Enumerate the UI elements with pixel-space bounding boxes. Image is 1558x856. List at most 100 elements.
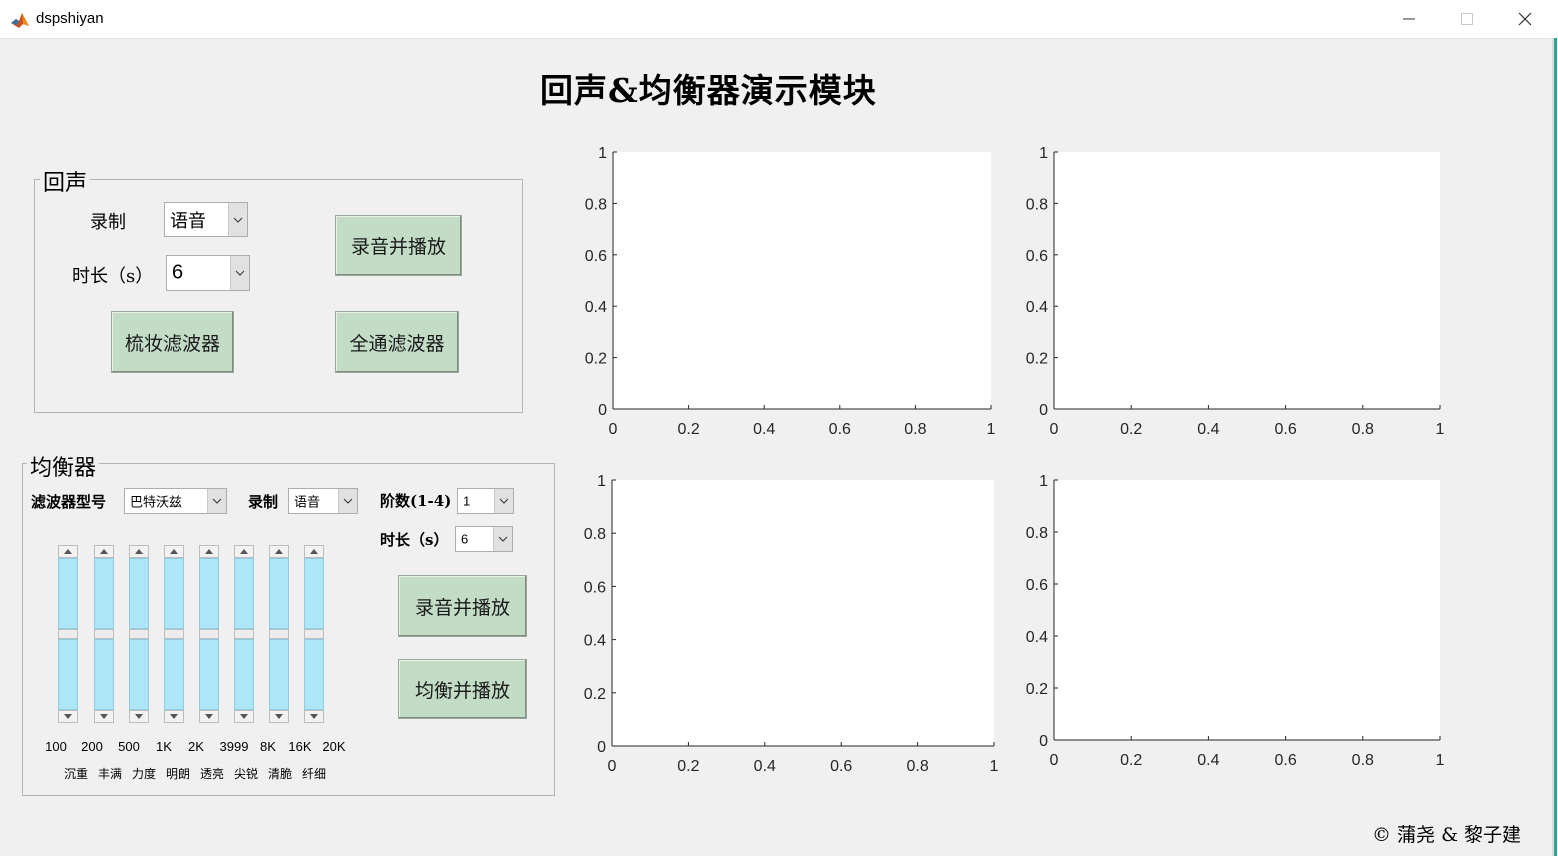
axes-top-right[interactable]: 0 0.2 0.4 0.6 0.8 1 0 0.2 0.4 0.6 0.8 1: [1014, 142, 1452, 439]
slider-thumb[interactable]: [234, 629, 254, 639]
y-tick-label: 0.4: [1026, 629, 1048, 646]
slider-track[interactable]: [199, 639, 219, 710]
close-icon: [1518, 12, 1532, 26]
maximize-button[interactable]: [1438, 0, 1496, 38]
y-tick-label: 0.4: [585, 299, 607, 316]
slider-thumb[interactable]: [304, 629, 324, 639]
x-tick-label: 0.6: [829, 421, 851, 438]
slider-track[interactable]: [94, 558, 114, 629]
band-label: 透亮: [199, 767, 224, 781]
eq-slider[interactable]: [304, 545, 324, 723]
freq-label: 20K: [322, 739, 346, 754]
axes-bottom-left[interactable]: 0 0.2 0.4 0.6 0.8 1 0 0.2 0.4 0.6 0.8 1: [572, 470, 1006, 776]
comb-filter-button[interactable]: 梳妆滤波器: [111, 311, 234, 373]
slider-track[interactable]: [304, 639, 324, 710]
order-select[interactable]: 1: [457, 488, 514, 514]
slider-track[interactable]: [129, 639, 149, 710]
slider-track[interactable]: [164, 639, 184, 710]
slider-up-arrow-icon[interactable]: [304, 545, 324, 558]
chevron-down-icon: [230, 256, 249, 290]
echo-record-label: 录制: [90, 212, 126, 233]
eq-slider[interactable]: [94, 545, 114, 723]
slider-thumb[interactable]: [94, 629, 114, 639]
slider-up-arrow-icon[interactable]: [58, 545, 78, 558]
slider-down-arrow-icon[interactable]: [234, 710, 254, 723]
eq-record-select[interactable]: 语音: [288, 488, 358, 514]
close-button[interactable]: [1496, 0, 1554, 38]
echo-panel-title: 回声: [40, 165, 91, 197]
equalizer-panel-title: 均衡器: [27, 450, 100, 482]
y-tick-label: 0.6: [1026, 248, 1048, 265]
slider-down-arrow-icon[interactable]: [129, 710, 149, 723]
slider-track[interactable]: [164, 558, 184, 629]
slider-track[interactable]: [58, 639, 78, 710]
slider-down-arrow-icon[interactable]: [94, 710, 114, 723]
slider-thumb[interactable]: [58, 629, 78, 639]
equalize-play-button[interactable]: 均衡并播放: [398, 659, 527, 719]
y-tick-label: 0.8: [584, 526, 606, 543]
slider-thumb[interactable]: [269, 629, 289, 639]
slider-down-arrow-icon[interactable]: [269, 710, 289, 723]
slider-track[interactable]: [58, 558, 78, 629]
x-tick-label: 1: [987, 421, 996, 438]
minimize-button[interactable]: [1380, 0, 1438, 38]
slider-thumb[interactable]: [199, 629, 219, 639]
filter-type-select[interactable]: 巴特沃兹: [124, 488, 227, 514]
eq-duration-label: 时长（s）: [380, 531, 449, 549]
allpass-filter-button[interactable]: 全通滤波器: [335, 311, 459, 373]
eq-slider[interactable]: [129, 545, 149, 723]
slider-thumb[interactable]: [129, 629, 149, 639]
slider-track[interactable]: [94, 639, 114, 710]
eq-slider[interactable]: [164, 545, 184, 723]
slider-track[interactable]: [304, 558, 324, 629]
matlab-icon: [10, 10, 30, 30]
order-label: 阶数(1-4): [380, 492, 452, 510]
y-tick-label: 0: [1039, 733, 1048, 750]
slider-up-arrow-icon[interactable]: [129, 545, 149, 558]
freq-label: 100: [45, 739, 67, 754]
slider-up-arrow-icon[interactable]: [269, 545, 289, 558]
y-tick-label: 0.8: [585, 196, 607, 213]
x-tick-label: 0: [609, 421, 618, 438]
slider-track[interactable]: [269, 558, 289, 629]
eq-record-play-button[interactable]: 录音并播放: [398, 575, 527, 637]
slider-down-arrow-icon[interactable]: [58, 710, 78, 723]
slider-track[interactable]: [269, 639, 289, 710]
eq-duration-value: 6: [461, 531, 469, 547]
maximize-icon: [1461, 13, 1473, 25]
slider-track[interactable]: [199, 558, 219, 629]
y-tick-label: 0.4: [584, 633, 606, 650]
slider-up-arrow-icon[interactable]: [199, 545, 219, 558]
axes-bottom-right[interactable]: 0 0.2 0.4 0.6 0.8 1 0 0.2 0.4 0.6 0.8 1: [1014, 470, 1452, 770]
eq-slider[interactable]: [269, 545, 289, 723]
slider-down-arrow-icon[interactable]: [199, 710, 219, 723]
slider-up-arrow-icon[interactable]: [164, 545, 184, 558]
chevron-down-icon: [228, 203, 247, 236]
y-tick-label: 0: [597, 739, 606, 756]
slider-thumb[interactable]: [164, 629, 184, 639]
axes-top-left[interactable]: 0 0.2 0.4 0.6 0.8 1 0 0.2 0.4 0.6 0.8 1: [573, 142, 1003, 439]
echo-record-play-button[interactable]: 录音并播放: [335, 215, 462, 276]
eq-slider[interactable]: [234, 545, 254, 723]
echo-record-select[interactable]: 语音: [164, 202, 248, 237]
echo-duration-select[interactable]: 6: [166, 255, 250, 291]
echo-duration-value: 6: [172, 261, 184, 284]
freq-label: 500: [118, 739, 140, 754]
slider-up-arrow-icon[interactable]: [94, 545, 114, 558]
band-label: 力度: [131, 767, 156, 781]
slider-down-arrow-icon[interactable]: [164, 710, 184, 723]
minimize-icon: [1403, 18, 1415, 20]
eq-slider[interactable]: [58, 545, 78, 723]
eq-slider[interactable]: [199, 545, 219, 723]
slider-down-arrow-icon[interactable]: [304, 710, 324, 723]
y-tick-label: 1: [597, 473, 606, 490]
band-label: 尖锐: [233, 767, 258, 781]
x-tick-label: 1: [1436, 752, 1445, 769]
slider-track[interactable]: [129, 558, 149, 629]
freq-label: 2K: [188, 739, 204, 754]
slider-track[interactable]: [234, 639, 254, 710]
slider-up-arrow-icon[interactable]: [234, 545, 254, 558]
eq-duration-select[interactable]: 6: [455, 526, 513, 552]
slider-track[interactable]: [234, 558, 254, 629]
x-tick-label: 0.8: [1352, 752, 1374, 769]
